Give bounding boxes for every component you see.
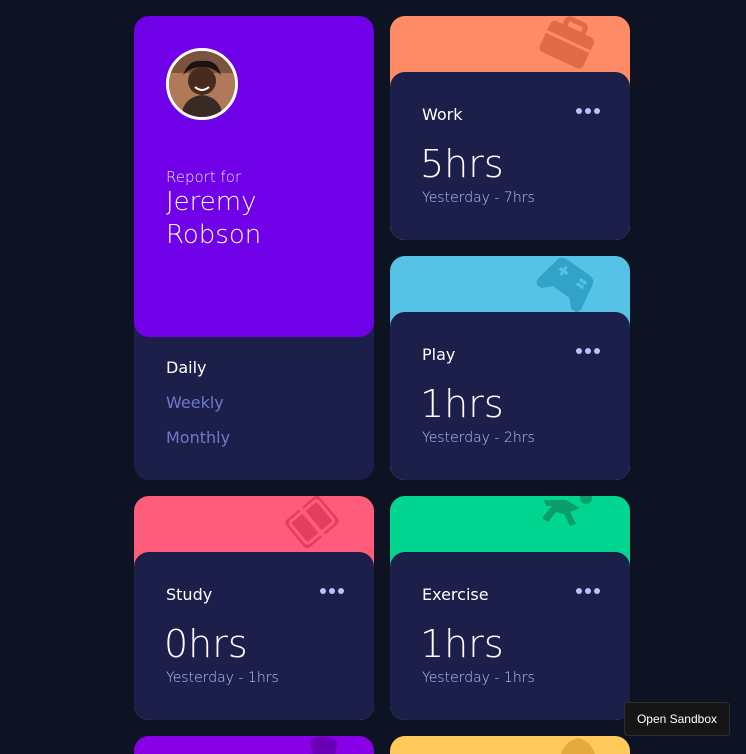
ellipsis-icon[interactable] [320, 588, 344, 594]
activity-previous-hours: Yesterday - 2hrs [422, 430, 535, 446]
user-name: Jeremy Robson [166, 187, 262, 250]
profile-card: Report for Jeremy Robson Daily Weekly Mo… [134, 16, 374, 480]
open-sandbox-button[interactable]: Open Sandbox [623, 702, 730, 736]
briefcase-icon [539, 16, 595, 69]
activity-previous-hours: Yesterday - 1hrs [422, 670, 535, 686]
activity-card-work: Work 5hrs Yesterday - 7hrs [390, 16, 630, 240]
activity-title: Play [422, 345, 456, 364]
gamepad-icon [536, 257, 594, 312]
runner-icon [542, 496, 592, 526]
activity-current-hours: 5hrs [420, 142, 504, 186]
activity-body: Exercise 1hrs Yesterday - 1hrs [390, 552, 630, 720]
activity-title: Study [166, 585, 213, 604]
activity-card-study: Study 0hrs Yesterday - 1hrs [134, 496, 374, 720]
report-label: Report for [166, 168, 242, 186]
period-monthly[interactable]: Monthly [166, 428, 230, 448]
activity-card-exercise: Exercise 1hrs Yesterday - 1hrs [390, 496, 630, 720]
time-tracking-dashboard: Report for Jeremy Robson Daily Weekly Mo… [0, 0, 746, 754]
activity-current-hours: 1hrs [420, 622, 504, 666]
activity-current-hours: 0hrs [164, 622, 248, 666]
activity-body: Play 1hrs Yesterday - 2hrs [390, 312, 630, 480]
period-daily[interactable]: Daily [166, 358, 230, 378]
activity-card-self-care [390, 736, 630, 754]
ellipsis-icon[interactable] [576, 348, 600, 354]
book-icon [285, 496, 339, 549]
period-selector: Daily Weekly Monthly [166, 358, 230, 448]
self-care-icon [561, 738, 595, 754]
activity-title: Exercise [422, 585, 489, 604]
activity-card-social [134, 736, 374, 754]
activity-body: Study 0hrs Yesterday - 1hrs [134, 552, 374, 720]
activity-current-hours: 1hrs [420, 382, 504, 426]
activity-body: Work 5hrs Yesterday - 7hrs [390, 72, 630, 240]
avatar [166, 48, 238, 120]
ellipsis-icon[interactable] [576, 588, 600, 594]
ellipsis-icon[interactable] [576, 108, 600, 114]
period-weekly[interactable]: Weekly [166, 393, 230, 413]
activity-title: Work [422, 105, 463, 124]
chat-icon [310, 736, 338, 754]
activity-card-play: Play 1hrs Yesterday - 2hrs [390, 256, 630, 480]
activity-previous-hours: Yesterday - 7hrs [422, 190, 535, 206]
activity-previous-hours: Yesterday - 1hrs [166, 670, 279, 686]
profile-header: Report for Jeremy Robson [134, 16, 374, 337]
